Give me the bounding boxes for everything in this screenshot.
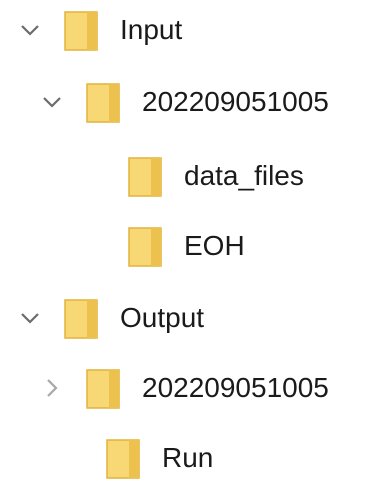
tree-item-202209051005[interactable]: 202209051005 <box>40 72 329 132</box>
tree-item-eoh[interactable]: EOH <box>82 216 245 276</box>
tree-item-label: data_files <box>184 160 304 191</box>
folder-icon <box>64 9 98 51</box>
tree-item-label: 202209051005 <box>142 86 329 117</box>
tree-item-label: Run <box>162 442 214 473</box>
tree-item-label: Output <box>120 302 205 333</box>
folder-icon <box>86 367 120 409</box>
folder-icon <box>64 297 98 339</box>
folder-icon <box>106 437 140 479</box>
chevron-right-icon[interactable] <box>40 376 64 400</box>
folder-icon <box>128 225 162 267</box>
chevron-down-icon[interactable] <box>18 306 42 330</box>
folder-tree: Input 202209051005 data_files EOH Output… <box>0 0 380 480</box>
chevron-down-icon[interactable] <box>40 90 64 114</box>
tree-item-label: Input <box>120 14 183 45</box>
folder-icon <box>128 155 162 197</box>
tree-item-label: EOH <box>184 230 245 261</box>
tree-item-output[interactable]: Output <box>18 288 204 348</box>
tree-item-label: 202209051005 <box>142 372 329 403</box>
folder-icon <box>86 81 120 123</box>
tree-item-202209051005-output[interactable]: 202209051005 <box>40 358 329 418</box>
tree-item-input[interactable]: Input <box>18 0 182 60</box>
chevron-down-icon[interactable] <box>18 18 42 42</box>
tree-item-run[interactable]: Run <box>60 428 213 480</box>
tree-item-data-files[interactable]: data_files <box>82 146 304 206</box>
